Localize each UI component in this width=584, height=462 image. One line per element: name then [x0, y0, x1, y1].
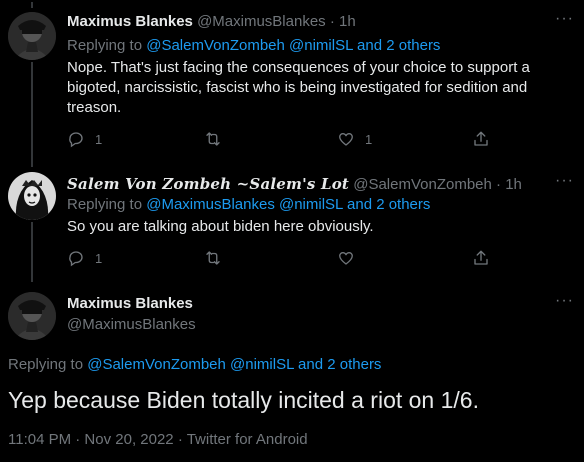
replying-to-label: Replying to: [67, 196, 143, 213]
retweet-icon: [206, 251, 220, 265]
retweet-button[interactable]: [204, 249, 222, 267]
avatar-image: [8, 292, 56, 340]
retweet-button[interactable]: [204, 130, 222, 148]
avatar[interactable]: [8, 172, 56, 220]
like-icon: [339, 251, 353, 265]
action-bar: 1: [67, 249, 497, 269]
replying-to: Replying to @SalemVonZombeh @nimilSL and…: [8, 356, 381, 373]
reply-icon: [69, 251, 83, 267]
separator: ·: [496, 176, 502, 193]
like-icon: [339, 132, 353, 146]
more-icon[interactable]: ···: [555, 292, 574, 310]
replying-to-label: Replying to: [8, 356, 84, 373]
tweet-text: Yep because Biden totally incited a riot…: [8, 387, 479, 413]
replying-to: Replying to @MaximusBlankes @nimilSL and…: [67, 196, 430, 213]
thread-line: [31, 222, 33, 282]
share-icon: [474, 250, 488, 265]
reply-button[interactable]: 1: [67, 249, 102, 267]
handle[interactable]: @SalemVonZombeh: [353, 176, 492, 193]
timestamp[interactable]: 1h: [339, 13, 356, 30]
avatar-image: [8, 12, 56, 60]
tweet-text: So you are talking about biden here obvi…: [67, 218, 374, 235]
share-button[interactable]: [472, 249, 490, 267]
reply-icon: [69, 132, 83, 148]
thread-line: [31, 62, 33, 167]
thread-line: [31, 2, 33, 8]
display-name[interactable]: Maximus Blankes: [67, 295, 193, 312]
avatar-image: [8, 172, 56, 220]
separator: ·: [329, 13, 335, 30]
display-name[interactable]: Salem Von Zombeh ~Salem's Lot: [67, 175, 349, 193]
action-bar: 1 1: [67, 130, 497, 150]
replying-to-label: Replying to: [67, 37, 143, 54]
tweet-header: Salem Von Zombeh ~Salem's Lot @SalemVonZ…: [67, 175, 522, 193]
more-icon[interactable]: ···: [555, 10, 574, 28]
replying-to-users[interactable]: @SalemVonZombeh @nimilSL and 2 others: [87, 356, 381, 373]
replying-to: Replying to @SalemVonZombeh @nimilSL and…: [67, 37, 440, 54]
share-icon: [474, 131, 488, 146]
replying-to-users[interactable]: @SalemVonZombeh @nimilSL and 2 others: [146, 37, 440, 54]
replying-to-users[interactable]: @MaximusBlankes @nimilSL and 2 others: [146, 196, 430, 213]
more-icon[interactable]: ···: [555, 172, 574, 190]
avatar[interactable]: [8, 292, 56, 340]
like-button[interactable]: [337, 249, 355, 267]
display-name[interactable]: Maximus Blankes: [67, 13, 193, 30]
share-button[interactable]: [472, 130, 490, 148]
handle[interactable]: @MaximusBlankes: [67, 316, 196, 333]
timestamp[interactable]: 1h: [505, 176, 522, 193]
avatar[interactable]: [8, 12, 56, 60]
retweet-icon: [206, 132, 220, 146]
tweet-timestamp[interactable]: 11:04 PM · Nov 20, 2022 · Twitter for An…: [8, 431, 308, 448]
reply-button[interactable]: 1: [67, 130, 102, 148]
like-button[interactable]: 1: [337, 130, 372, 148]
reply-count: 1: [95, 250, 103, 266]
handle[interactable]: @MaximusBlankes: [197, 13, 326, 30]
tweet-text: Nope. That's just facing the consequence…: [67, 59, 530, 116]
reply-count: 1: [95, 131, 103, 147]
display-name-text: Maximus Blankes: [67, 295, 193, 312]
like-count: 1: [365, 131, 373, 147]
tweet-header: Maximus Blankes @MaximusBlankes · 1h: [67, 13, 356, 30]
